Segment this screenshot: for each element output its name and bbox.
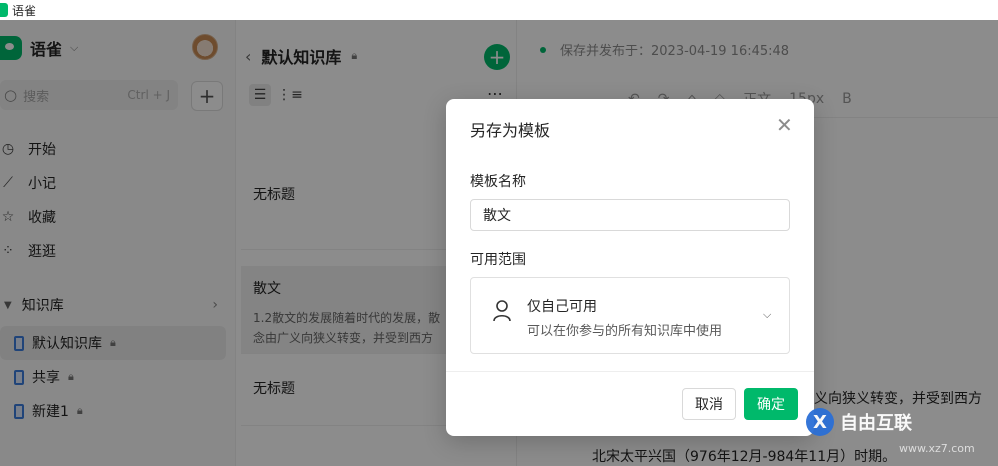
- app-icon: [0, 3, 8, 17]
- scope-label: 可用范围: [470, 252, 526, 268]
- watermark: X 自由互联: [806, 408, 912, 436]
- person-icon: [493, 300, 511, 322]
- window-titlebar: 语雀: [0, 0, 998, 20]
- scope-select[interactable]: 仅自己可用 可以在你参与的所有知识库中使用 ⌵: [470, 277, 790, 354]
- confirm-button[interactable]: 确定: [744, 388, 798, 420]
- chevron-down-icon: ⌵: [763, 308, 772, 321]
- watermark-text: 自由互联: [840, 413, 912, 434]
- scope-option-desc: 可以在你参与的所有知识库中使用: [527, 324, 723, 339]
- dialog-title: 另存为模板: [470, 121, 551, 140]
- save-as-template-dialog: 另存为模板 ✕ 模板名称 可用范围 仅自己可用 可以在你参与的所有知识库中使用 …: [446, 99, 814, 436]
- dialog-divider: [446, 371, 814, 372]
- template-name-input[interactable]: [470, 199, 790, 231]
- watermark-url: www.xz7.com: [899, 442, 975, 455]
- close-icon[interactable]: ✕: [776, 115, 793, 135]
- cancel-button[interactable]: 取消: [682, 388, 736, 420]
- scope-option-title: 仅自己可用: [527, 299, 597, 315]
- template-name-label: 模板名称: [470, 174, 526, 190]
- watermark-logo-icon: X: [806, 408, 834, 436]
- window-title: 语雀: [12, 3, 37, 18]
